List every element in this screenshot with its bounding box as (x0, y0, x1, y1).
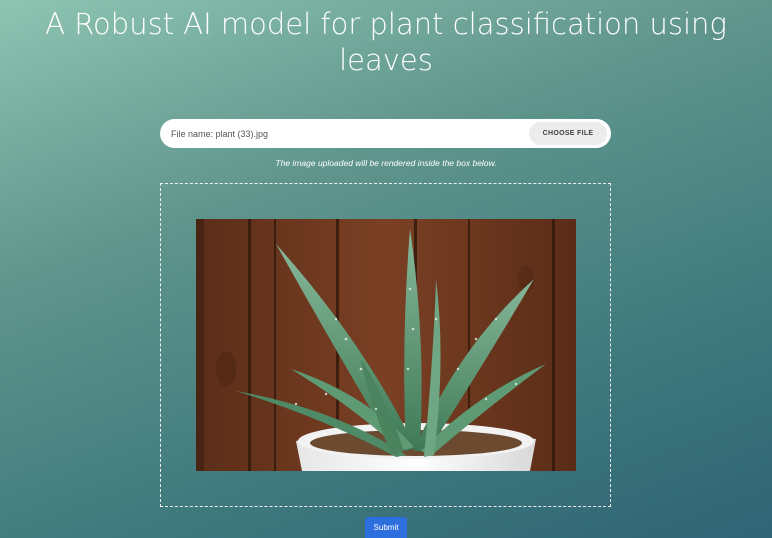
uploaded-plant-image (196, 219, 576, 471)
submit-button[interactable]: Submit (365, 517, 407, 538)
choose-file-button[interactable]: CHOOSE FILE (529, 122, 607, 145)
file-name-label: File name: plant (33).jpg (171, 128, 269, 139)
file-upload-field[interactable]: File name: plant (33).jpg CHOOSE FILE (160, 119, 611, 148)
page-title: A Robust AI model for plant classificati… (45, 7, 727, 77)
upload-hint: The image uploaded will be rendered insi… (275, 158, 497, 168)
